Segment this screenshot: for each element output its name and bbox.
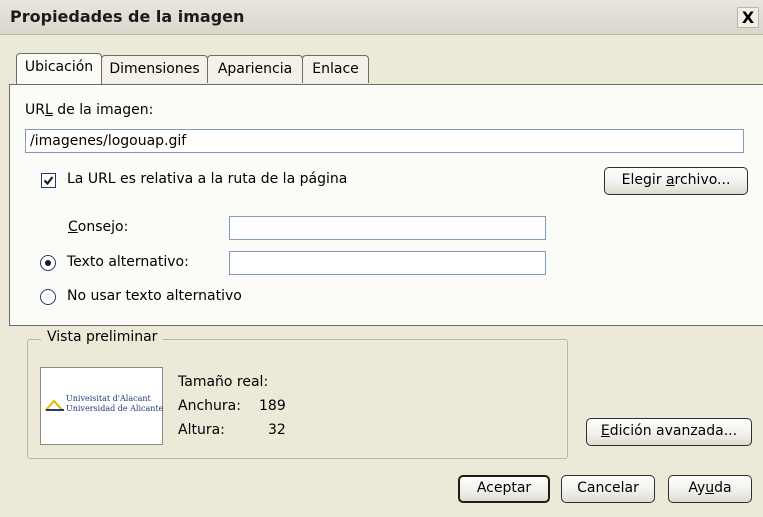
- title-bar: Propiedades de la imagen X: [0, 0, 763, 35]
- cancel-button[interactable]: Cancelar: [561, 475, 655, 503]
- window-title: Propiedades de la imagen: [10, 7, 245, 26]
- real-size-label: Tamaño real:: [178, 374, 269, 390]
- alt-text-radio[interactable]: [40, 255, 56, 271]
- close-icon[interactable]: X: [737, 7, 759, 28]
- no-alt-text-label: No usar texto alternativo: [67, 288, 242, 304]
- image-preview: Univeisitat d'Alacant Universidad de Ali…: [40, 367, 163, 445]
- tooltip-label: Consejo:: [68, 219, 129, 235]
- checkmark-icon: [43, 176, 54, 186]
- radio-selected-dot: [45, 260, 51, 266]
- relative-url-checkbox[interactable]: [41, 173, 56, 188]
- tab-ubicacion[interactable]: Ubicación: [16, 53, 102, 84]
- height-label: Altura:: [178, 422, 225, 438]
- help-button[interactable]: Ayuda: [668, 475, 752, 503]
- tab-enlace[interactable]: Enlace: [302, 55, 369, 83]
- accept-button[interactable]: Aceptar: [458, 475, 550, 503]
- image-url-input[interactable]: /imagenes/logouap.gif: [25, 129, 744, 153]
- alt-text-label: Texto alternativo:: [67, 254, 189, 270]
- tooltip-input[interactable]: [229, 216, 546, 240]
- choose-file-button[interactable]: Elegir archivo...: [604, 167, 748, 195]
- alt-text-input[interactable]: [229, 251, 546, 275]
- tab-apariencia[interactable]: Apariencia: [207, 55, 303, 83]
- preview-legend: Vista preliminar: [41, 329, 164, 345]
- width-value: 189: [259, 398, 286, 414]
- advanced-edit-button[interactable]: Edición avanzada...: [586, 418, 752, 446]
- url-label: URL de la imagen:: [25, 102, 154, 118]
- height-value: 32: [268, 422, 286, 438]
- width-label: Anchura:: [178, 398, 241, 414]
- tab-dimensiones[interactable]: Dimensiones: [101, 55, 208, 83]
- no-alt-text-radio[interactable]: [40, 289, 56, 305]
- logo-text: Univeisitat d'Alacant Universidad de Ali…: [66, 394, 164, 413]
- university-logo-icon: [45, 399, 65, 411]
- location-panel: URL de la imagen: /imagenes/logouap.gif …: [9, 84, 763, 326]
- relative-url-label: La URL es relativa a la ruta de la págin…: [67, 171, 348, 187]
